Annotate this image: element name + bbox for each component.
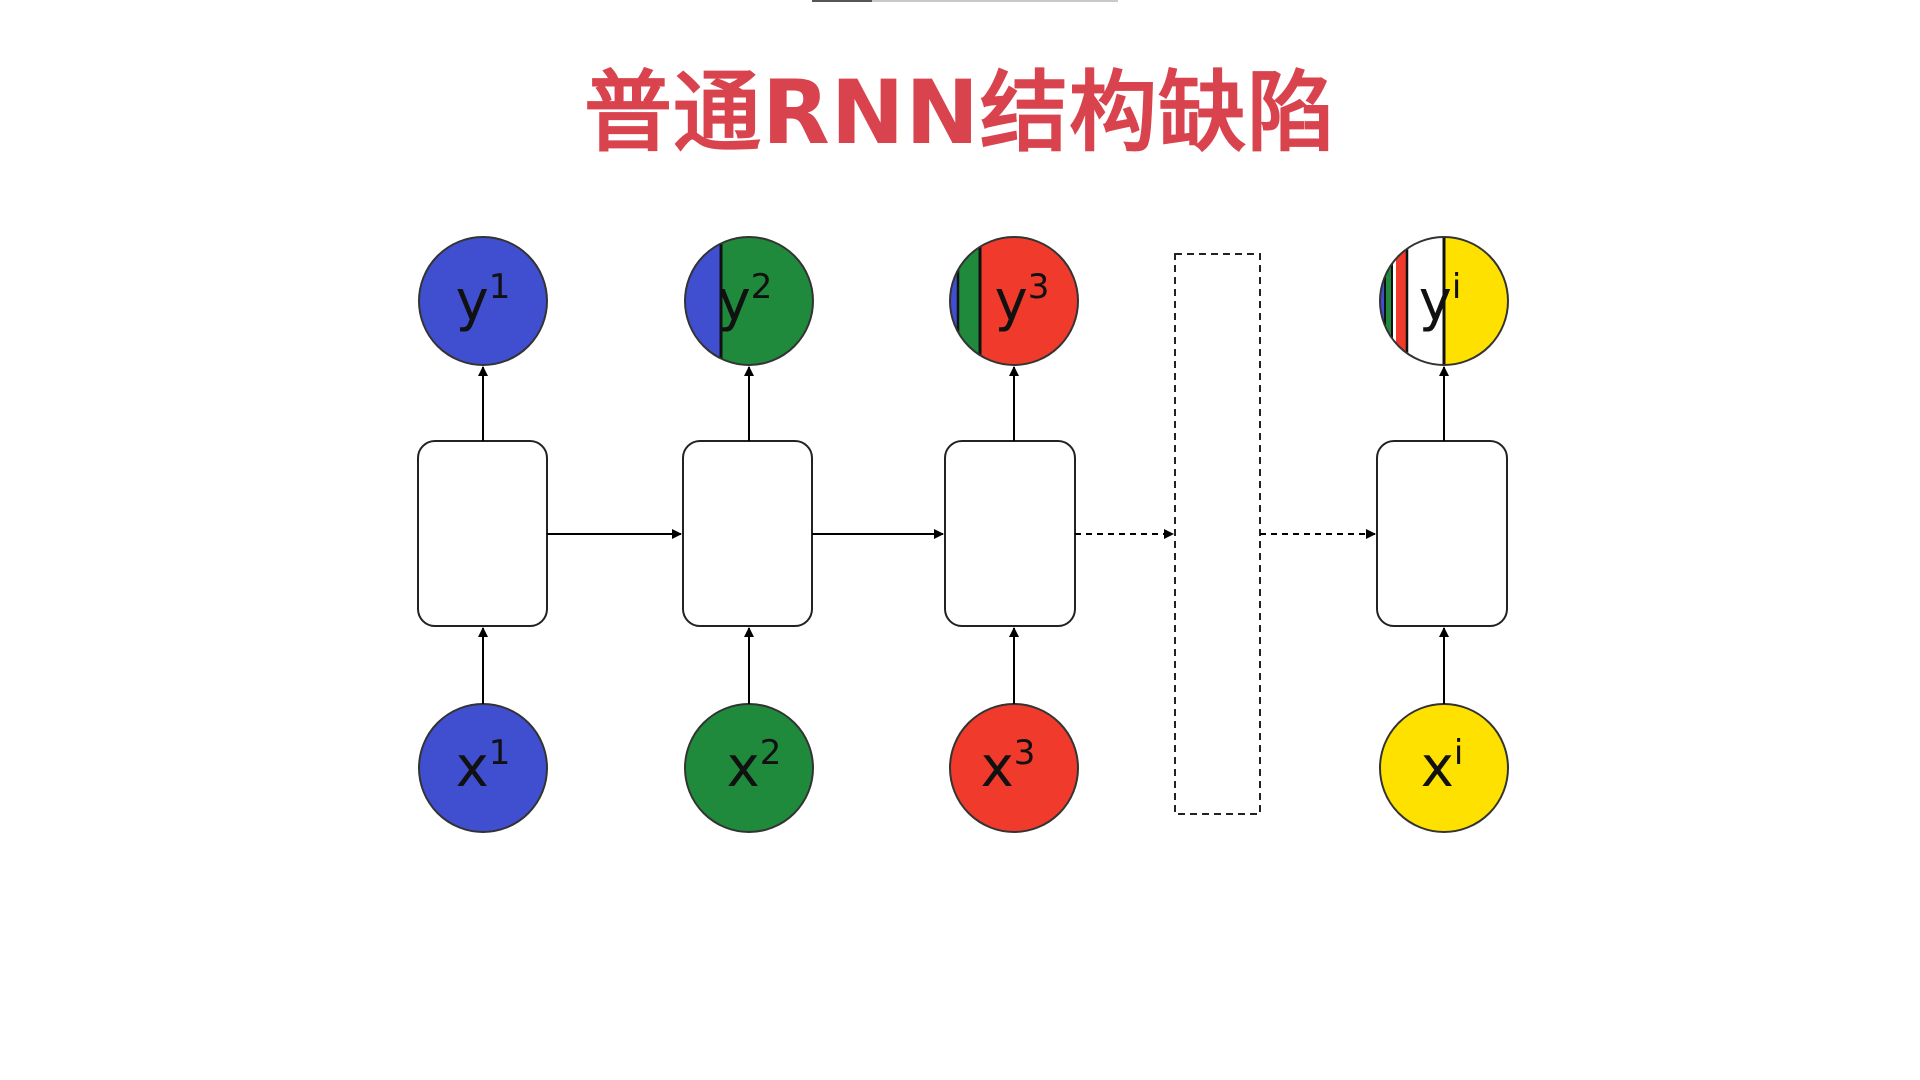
- output-node-y3: y3: [949, 236, 1079, 366]
- input-node-x2: x2: [684, 703, 814, 833]
- output-node-yi-green-band: [1385, 237, 1392, 365]
- input-node-x3: x3: [949, 703, 1079, 833]
- output-node-y1: y1: [418, 236, 548, 366]
- input-node-xi: xi: [1379, 703, 1509, 833]
- hidden-cell-1: [417, 440, 548, 627]
- hidden-cell-2: [682, 440, 813, 627]
- rnn-diagram: y1 y2 y3 yi x1 x2 x3 xi: [417, 236, 1509, 833]
- hidden-cell-i: [1376, 440, 1508, 627]
- omitted-steps-placeholder: [1174, 253, 1261, 815]
- output-node-yi: yi: [1379, 236, 1509, 366]
- output-node-y2: y2: [684, 236, 814, 366]
- hidden-cell-3: [944, 440, 1076, 627]
- input-node-x1: x1: [418, 703, 548, 833]
